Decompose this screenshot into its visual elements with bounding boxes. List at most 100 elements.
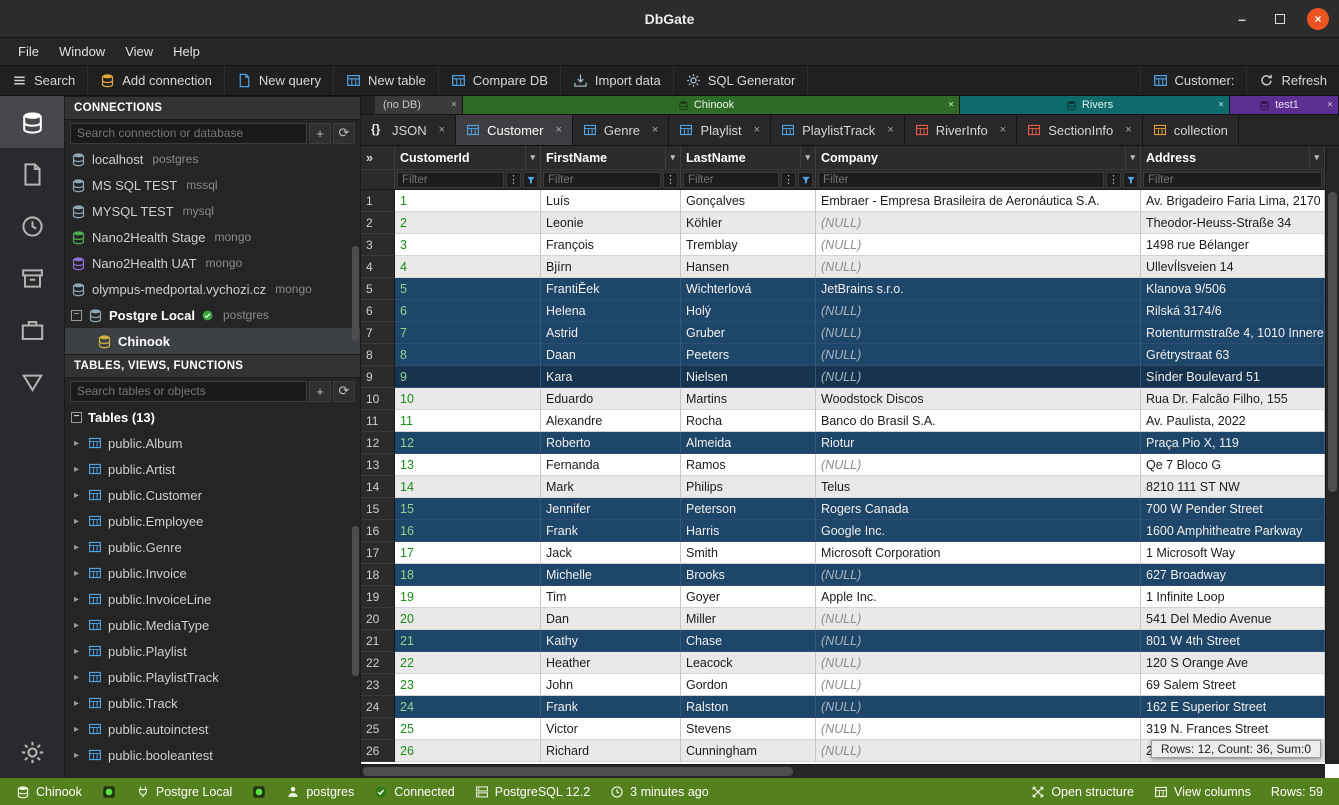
tables-scrollbar-thumb[interactable] [352, 526, 359, 676]
status-postgres[interactable]: postgres [276, 785, 364, 799]
tab-riverinfo[interactable]: RiverInfo× [905, 115, 1017, 145]
cell-lastname[interactable]: Gruber [681, 322, 816, 344]
cell-company[interactable]: (NULL) [816, 718, 1141, 740]
cell-lastname[interactable]: Ralston [681, 696, 816, 718]
close-icon[interactable]: × [652, 124, 658, 136]
tables-search-input[interactable] [70, 381, 307, 402]
cell-address[interactable]: Sínder Boulevard 51 [1141, 366, 1325, 388]
cell-firstname[interactable]: Heather [541, 652, 681, 674]
maximize-button[interactable] [1269, 8, 1291, 30]
close-button[interactable]: × [1307, 8, 1329, 30]
cell-company[interactable]: (NULL) [816, 652, 1141, 674]
cell-customerid[interactable]: 22 [395, 652, 541, 674]
cell-address[interactable]: 1600 Amphitheatre Parkway [1141, 520, 1325, 542]
cell-lastname[interactable]: Smith [681, 542, 816, 564]
cell-address[interactable]: 801 W 4th Street [1141, 630, 1325, 652]
cell-customerid[interactable]: 5 [395, 278, 541, 300]
cell-firstname[interactable]: Frank [541, 696, 681, 718]
connection-ms-sql-test[interactable]: MS SQL TESTmssql [65, 172, 360, 198]
table-item-public-artist[interactable]: ▸public.Artist [65, 456, 360, 482]
column-header-firstname[interactable]: FirstName▾ [541, 146, 681, 169]
menu-help[interactable]: Help [163, 40, 210, 63]
table-item-public-playlisttrack[interactable]: ▸public.PlaylistTrack [65, 664, 360, 690]
close-icon[interactable]: × [1218, 100, 1224, 111]
close-icon[interactable]: × [1000, 124, 1006, 136]
chevron-right-icon[interactable]: ▸ [71, 490, 82, 501]
chevron-right-icon[interactable]: ▸ [71, 568, 82, 579]
cell-firstname[interactable]: Leonie [541, 212, 681, 234]
filter-funnel-icon[interactable] [523, 172, 538, 188]
rail-triangle[interactable] [0, 356, 64, 408]
filter-input-lastname[interactable] [683, 172, 779, 188]
column-header-lastname[interactable]: LastName▾ [681, 146, 816, 169]
cell-customerid[interactable]: 24 [395, 696, 541, 718]
chevron-right-icon[interactable]: ▸ [71, 620, 82, 631]
cell-company[interactable]: Telus [816, 476, 1141, 498]
cell-address[interactable]: 1 Microsoft Way [1141, 542, 1325, 564]
tab-playlist[interactable]: Playlist× [669, 115, 771, 145]
rail-gear[interactable] [0, 726, 64, 778]
connection-localhost[interactable]: localhostpostgres [65, 146, 360, 172]
cell-firstname[interactable]: Helena [541, 300, 681, 322]
cell-company[interactable]: Microsoft Corporation [816, 542, 1141, 564]
cell-address[interactable]: Praça Pio X, 119 [1141, 432, 1325, 454]
status-view-columns[interactable]: View columns [1144, 785, 1261, 799]
chevron-down-icon[interactable]: ▾ [525, 146, 535, 169]
cell-company[interactable]: Woodstock Discos [816, 388, 1141, 410]
cell-firstname[interactable]: Victor [541, 718, 681, 740]
row-number[interactable]: 22 [361, 652, 395, 674]
refresh-connections-button[interactable]: ⟳ [333, 123, 355, 144]
table-item-public-autoinctest[interactable]: ▸public.autoinctest [65, 716, 360, 742]
refresh-tables-button[interactable]: ⟳ [333, 381, 355, 402]
row-number[interactable]: 16 [361, 520, 395, 542]
chevron-down-icon[interactable]: ▾ [1309, 146, 1319, 169]
row-number[interactable]: 18 [361, 564, 395, 586]
cell-customerid[interactable]: 11 [395, 410, 541, 432]
tab-playlisttrack[interactable]: PlaylistTrack× [771, 115, 905, 145]
cell-firstname[interactable]: Dan [541, 608, 681, 630]
row-number[interactable]: 17 [361, 542, 395, 564]
cell-company[interactable]: Banco do Brasil S.A. [816, 410, 1141, 432]
cell-firstname[interactable]: Alexandre [541, 410, 681, 432]
chevron-right-icon[interactable]: ▸ [71, 724, 82, 735]
connection-olympus-medportal-vychozi-cz[interactable]: olympus-medportal.vychozi.czmongo [65, 276, 360, 302]
cell-customerid[interactable]: 16 [395, 520, 541, 542]
tab-customer[interactable]: Customer× [456, 115, 573, 145]
cell-lastname[interactable]: Brooks [681, 564, 816, 586]
cell-address[interactable]: 69 Salem Street [1141, 674, 1325, 696]
table-item-public-playlist[interactable]: ▸public.Playlist [65, 638, 360, 664]
cell-lastname[interactable]: Peeters [681, 344, 816, 366]
table-item-public-genre[interactable]: ▸public.Genre [65, 534, 360, 560]
cell-lastname[interactable]: Almeida [681, 432, 816, 454]
row-number[interactable]: 3 [361, 234, 395, 256]
row-number[interactable]: 26 [361, 740, 395, 762]
cell-company[interactable]: (NULL) [816, 674, 1141, 696]
cell-customerid[interactable]: 4 [395, 256, 541, 278]
cell-lastname[interactable]: Gordon [681, 674, 816, 696]
cell-company[interactable]: Embraer - Empresa Brasileira de Aeronáut… [816, 190, 1141, 212]
cell-company[interactable]: (NULL) [816, 322, 1141, 344]
cell-company[interactable]: (NULL) [816, 212, 1141, 234]
status-rows-59[interactable]: Rows: 59 [1261, 785, 1333, 799]
close-icon[interactable]: × [1125, 124, 1131, 136]
cell-address[interactable]: Av. Brigadeiro Faria Lima, 2170 [1141, 190, 1325, 212]
connection-mysql-test[interactable]: MYSQL TESTmysql [65, 198, 360, 224]
cell-company[interactable]: (NULL) [816, 234, 1141, 256]
vertical-scrollbar-thumb[interactable] [1328, 192, 1337, 492]
toolbar-compare-db[interactable]: Compare DB [439, 66, 561, 95]
filter-input-company[interactable] [818, 172, 1104, 188]
row-number[interactable]: 13 [361, 454, 395, 476]
cell-company[interactable]: Riotur [816, 432, 1141, 454]
filter-funnel-icon[interactable] [798, 172, 813, 188]
row-number[interactable]: 5 [361, 278, 395, 300]
row-number[interactable]: 4 [361, 256, 395, 278]
chevron-down-icon[interactable]: ▾ [665, 146, 675, 169]
vertical-scrollbar[interactable] [1325, 146, 1339, 764]
cell-customerid[interactable]: 25 [395, 718, 541, 740]
rail-briefcase[interactable] [0, 304, 64, 356]
row-number[interactable]: 20 [361, 608, 395, 630]
cell-address[interactable]: 162 E Superior Street [1141, 696, 1325, 718]
cell-address[interactable]: 8210 111 ST NW [1141, 476, 1325, 498]
status-postgresql-12-2[interactable]: PostgreSQL 12.2 [465, 785, 600, 799]
close-icon[interactable]: × [555, 124, 561, 136]
